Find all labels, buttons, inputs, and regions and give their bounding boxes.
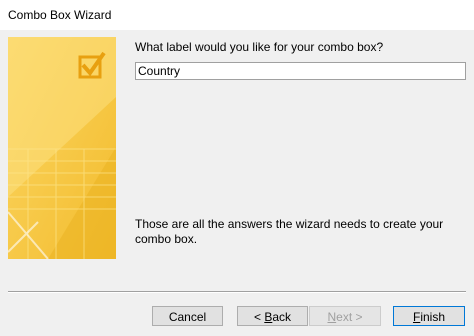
back-button-prefix: < (253, 310, 265, 324)
cancel-button[interactable]: Cancel (152, 306, 223, 326)
next-button-suffix: ext > (336, 310, 363, 324)
title-bar: Combo Box Wizard (0, 0, 474, 30)
wizard-banner-image (8, 37, 116, 259)
wizard-summary-text: Those are all the answers the wizard nee… (135, 217, 444, 246)
back-button[interactable]: < Back (237, 306, 308, 326)
combo-box-label-input[interactable] (135, 62, 466, 80)
finish-button[interactable]: Finish (393, 306, 465, 326)
next-button[interactable]: Next > (309, 306, 381, 326)
back-button-suffix: ack (272, 310, 292, 324)
label-question: What label would you like for your combo… (135, 40, 384, 54)
divider (8, 291, 466, 293)
window-title: Combo Box Wizard (8, 8, 112, 22)
finish-button-suffix: inish (420, 310, 446, 324)
next-button-mnemonic: N (327, 310, 337, 324)
